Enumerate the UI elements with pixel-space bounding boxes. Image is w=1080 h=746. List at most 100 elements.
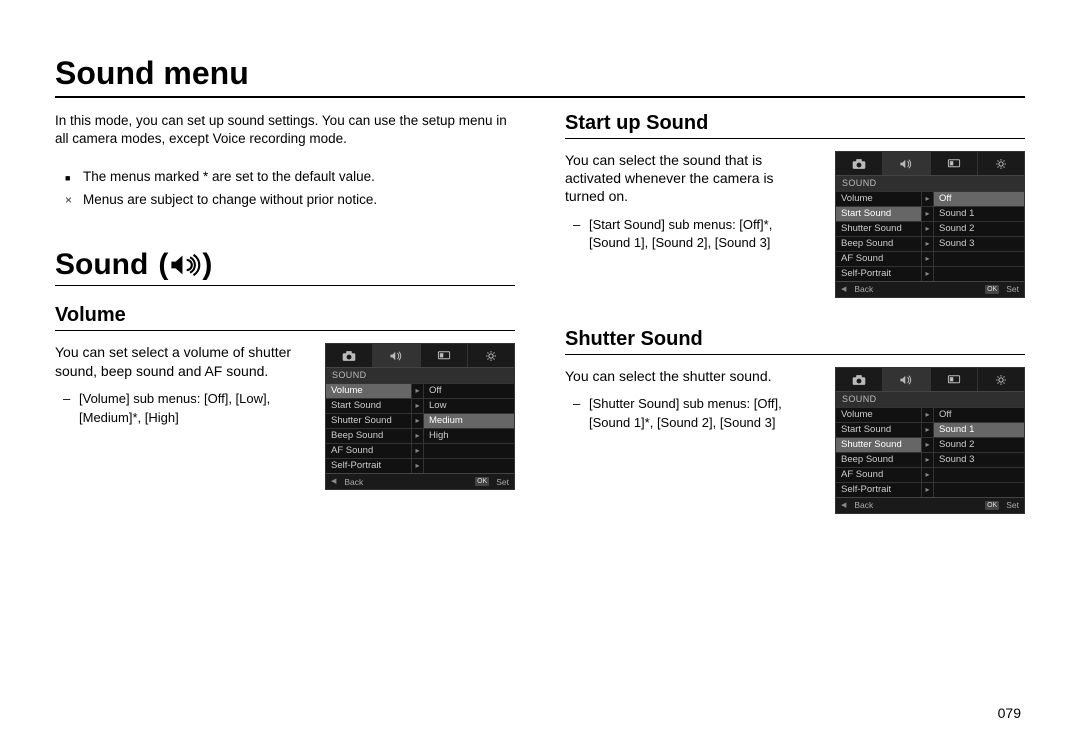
menu-row-label: Start Sound xyxy=(836,423,922,437)
menu-row: Volume Off xyxy=(326,383,514,398)
menu-row-option: Off xyxy=(424,384,514,398)
menu-row-label: Start Sound xyxy=(836,207,922,221)
shutter-heading: Shutter Sound xyxy=(565,328,1025,355)
sound-icon: ( ) xyxy=(158,248,212,282)
submenu-arrow-icon xyxy=(922,192,934,206)
menu-row: Shutter Sound Sound 2 xyxy=(836,437,1024,452)
menu-row: AF Sound xyxy=(326,443,514,458)
submenu-arrow-icon xyxy=(922,423,934,437)
menu-row-label: AF Sound xyxy=(326,444,412,458)
menu-row-option xyxy=(934,252,1024,266)
shutter-desc: You can select the shutter sound. xyxy=(565,367,817,385)
submenu-arrow-icon xyxy=(412,459,424,473)
sound-section-heading: Sound ( ) xyxy=(55,248,515,286)
intro-text: In this mode, you can set up sound setti… xyxy=(55,112,515,148)
menu-row-option: Low xyxy=(424,399,514,413)
submenu-arrow-icon xyxy=(922,438,934,452)
menu-row-label: Beep Sound xyxy=(836,453,922,467)
menu-row-option: High xyxy=(424,429,514,443)
menu-section-label: SOUND xyxy=(836,176,1024,191)
set-hint: Set xyxy=(985,285,1019,294)
menu-row: Start Sound Sound 1 xyxy=(836,422,1024,437)
notes-list: The menus marked * are set to the defaul… xyxy=(65,166,515,212)
menu-row: Volume Off xyxy=(836,407,1024,422)
volume-submenu-text: [Volume] sub menus: [Off], [Low], [Mediu… xyxy=(63,390,307,428)
note-default-marker: The menus marked * are set to the defaul… xyxy=(65,166,515,189)
menu-row: Shutter Sound Sound 2 xyxy=(836,221,1024,236)
menu-row-option xyxy=(424,444,514,458)
menu-row-option: Sound 1 xyxy=(934,423,1024,437)
menu-row: Self-Portrait xyxy=(326,458,514,473)
left-column: In this mode, you can set up sound setti… xyxy=(55,112,515,705)
tab-sound-icon xyxy=(883,368,930,391)
back-hint: Back xyxy=(841,501,873,510)
back-hint: Back xyxy=(331,478,363,487)
shutter-submenu-text: [Shutter Sound] sub menus: [Off], [Sound… xyxy=(573,395,817,433)
menu-row-option xyxy=(934,267,1024,281)
menu-row-label: Volume xyxy=(836,192,922,206)
set-hint: Set xyxy=(475,477,509,486)
startup-menu-screenshot: SOUND Volume Off Start Sound Sound 1 Shu… xyxy=(835,151,1025,298)
submenu-arrow-icon xyxy=(922,237,934,251)
menu-row-label: Volume xyxy=(836,408,922,422)
menu-row: Self-Portrait xyxy=(836,266,1024,281)
tab-camera-icon xyxy=(836,152,883,175)
menu-row-option xyxy=(934,468,1024,482)
right-column: Start up Sound You can select the sound … xyxy=(565,112,1025,705)
submenu-arrow-icon xyxy=(922,483,934,497)
menu-row: AF Sound xyxy=(836,467,1024,482)
submenu-arrow-icon xyxy=(922,267,934,281)
set-hint: Set xyxy=(985,501,1019,510)
submenu-arrow-icon xyxy=(922,207,934,221)
startup-desc: You can select the sound that is activat… xyxy=(565,151,817,206)
menu-row-label: Beep Sound xyxy=(836,237,922,251)
shutter-menu-screenshot: SOUND Volume Off Start Sound Sound 1 Shu… xyxy=(835,367,1025,514)
menu-row-option: Medium xyxy=(424,414,514,428)
menu-row: Beep Sound Sound 3 xyxy=(836,452,1024,467)
startup-submenu-text: [Start Sound] sub menus: [Off]*, [Sound … xyxy=(573,216,817,254)
submenu-arrow-icon xyxy=(412,414,424,428)
volume-heading: Volume xyxy=(55,304,515,331)
menu-row-label: Beep Sound xyxy=(326,429,412,443)
menu-row-label: Shutter Sound xyxy=(836,222,922,236)
menu-section-label: SOUND xyxy=(326,368,514,383)
tab-setup-icon xyxy=(978,152,1024,175)
menu-row-label: Self-Portrait xyxy=(836,483,922,497)
submenu-arrow-icon xyxy=(922,408,934,422)
page-number: 079 xyxy=(55,705,1025,721)
menu-row: Volume Off xyxy=(836,191,1024,206)
menu-row-option: Sound 3 xyxy=(934,453,1024,467)
tab-display-icon xyxy=(931,152,978,175)
tab-display-icon xyxy=(421,344,468,367)
menu-row-label: Start Sound xyxy=(326,399,412,413)
menu-row-option: Off xyxy=(934,192,1024,206)
sound-heading-label: Sound xyxy=(55,248,148,282)
menu-row-option xyxy=(424,459,514,473)
tab-camera-icon xyxy=(326,344,373,367)
submenu-arrow-icon xyxy=(922,222,934,236)
submenu-arrow-icon xyxy=(412,444,424,458)
menu-row: Beep Sound High xyxy=(326,428,514,443)
volume-menu-screenshot: SOUND Volume Off Start Sound Low Shutter… xyxy=(325,343,515,490)
submenu-arrow-icon xyxy=(922,453,934,467)
page-title: Sound menu xyxy=(55,55,1025,98)
menu-row: Start Sound Low xyxy=(326,398,514,413)
submenu-arrow-icon xyxy=(412,399,424,413)
menu-row-option: Sound 3 xyxy=(934,237,1024,251)
menu-row: Shutter Sound Medium xyxy=(326,413,514,428)
submenu-arrow-icon xyxy=(412,429,424,443)
menu-row-label: Self-Portrait xyxy=(326,459,412,473)
menu-row: AF Sound xyxy=(836,251,1024,266)
menu-row-option: Sound 1 xyxy=(934,207,1024,221)
tab-camera-icon xyxy=(836,368,883,391)
volume-desc: You can set select a volume of shutter s… xyxy=(55,343,307,379)
menu-row-option: Off xyxy=(934,408,1024,422)
tab-sound-icon xyxy=(883,152,930,175)
menu-row-label: AF Sound xyxy=(836,252,922,266)
menu-section-label: SOUND xyxy=(836,392,1024,407)
back-hint: Back xyxy=(841,285,873,294)
tab-display-icon xyxy=(931,368,978,391)
menu-row-option: Sound 2 xyxy=(934,438,1024,452)
menu-row-option xyxy=(934,483,1024,497)
menu-row: Beep Sound Sound 3 xyxy=(836,236,1024,251)
